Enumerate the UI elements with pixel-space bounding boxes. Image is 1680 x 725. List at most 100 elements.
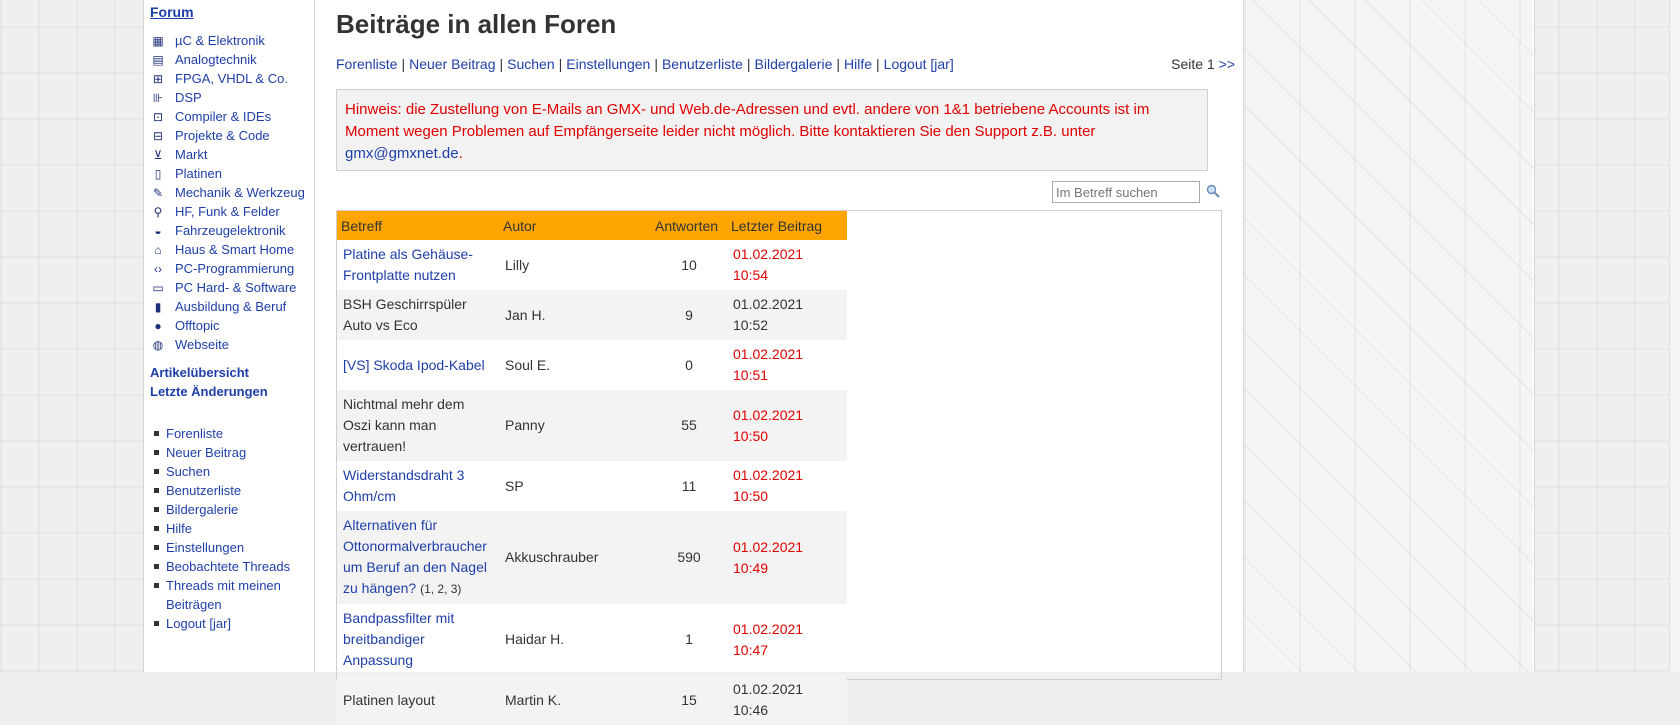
- table-row: Platinen layout Martin K. 15 01.02.2021 …: [337, 675, 847, 725]
- book-icon: ▮: [154, 299, 162, 314]
- thread-replies: 1: [685, 631, 693, 647]
- subject-search-input[interactable]: [1052, 181, 1200, 203]
- thread-last-post[interactable]: 01.02.2021 10:47: [727, 604, 847, 675]
- sidebar-nav-new-post[interactable]: Neuer Beitrag: [154, 443, 290, 462]
- column-header-replies[interactable]: Antworten: [651, 211, 727, 240]
- table-row: BSH Geschirrspüler Auto vs Eco Jan H. 9 …: [337, 290, 847, 340]
- thread-last-post[interactable]: 01.02.2021 10:46: [727, 675, 847, 725]
- main-content: Beiträge in allen Foren Forenliste | Neuer…: [315, 0, 1244, 725]
- sidebar-item-boards[interactable]: ▯ Platinen: [150, 164, 305, 183]
- sidebar-item-analog[interactable]: ▤ Analogtechnik: [150, 50, 305, 69]
- thread-subject-link[interactable]: Bandpassfilter mit breitbandiger Anpassu…: [337, 604, 499, 675]
- sidebar-nav-settings[interactable]: Einstellungen: [154, 538, 290, 557]
- sidebar-nav-watched[interactable]: Beobachtete Threads: [154, 557, 290, 576]
- thread-replies: 590: [651, 511, 727, 604]
- bullet-icon: [154, 564, 159, 569]
- sidebar-item-rf[interactable]: ⚲ HF, Funk & Felder: [150, 202, 305, 221]
- table-row: [VS] Skoda Ipod-Kabel Soul E. 0 01.02.20…: [337, 340, 847, 390]
- sidebar-nav-forenliste[interactable]: Forenliste: [154, 424, 290, 443]
- notice-box: Hinweis: die Zustellung von E-Mails an G…: [336, 89, 1208, 171]
- pagination: Seite 1 >>: [1171, 56, 1235, 72]
- sidebar-nav-help[interactable]: Hilfe: [154, 519, 290, 538]
- project-icon: ⊟: [152, 128, 164, 143]
- sidebar-nav-my-threads[interactable]: Threads mit meinen Beiträgen: [154, 576, 290, 614]
- house-icon: ⌂: [154, 242, 162, 257]
- sidebar-item-mechanics[interactable]: ✎ Mechanik & Werkzeug: [150, 183, 305, 202]
- nav-settings[interactable]: Einstellungen: [566, 56, 650, 72]
- nav-help[interactable]: Hilfe: [844, 56, 872, 72]
- search-icon[interactable]: [1206, 184, 1220, 198]
- thread-last-post[interactable]: 01.02.2021 10:50: [727, 461, 847, 511]
- analog-icon: ▤: [152, 52, 164, 67]
- bullet-icon: [154, 488, 159, 493]
- sidebar-item-pc-hardware[interactable]: ▭ PC Hard- & Software: [150, 278, 305, 297]
- page-container: Forum ▦ µC & Elektronik ▤ Analogtechnik ⊞ F…: [143, 0, 1535, 725]
- thread-author: Akkuschrauber: [499, 511, 651, 604]
- table-header-row: Betreff Autor Antworten Letzter Beitrag: [337, 211, 847, 240]
- sidebar-item-education[interactable]: ▮ Ausbildung & Beruf: [150, 297, 305, 316]
- sidebar-item-home[interactable]: ⌂ Haus & Smart Home: [150, 240, 305, 259]
- thread-last-post[interactable]: 01.02.2021 10:52: [727, 290, 847, 340]
- thread-subject-link[interactable]: BSH Geschirrspüler Auto vs Eco: [337, 290, 499, 340]
- table-row: Platine als Gehäuse-Frontplatte nutzen L…: [337, 240, 847, 290]
- cart-icon: ⊻: [153, 147, 163, 162]
- sidebar-item-uc[interactable]: ▦ µC & Elektronik: [150, 31, 305, 50]
- bullet-icon: [154, 469, 159, 474]
- nav-new-post[interactable]: Neuer Beitrag: [409, 56, 495, 72]
- column-header-author[interactable]: Autor: [499, 211, 651, 240]
- thread-author: Jan H.: [499, 290, 651, 340]
- sidebar-item-projects[interactable]: ⊟ Projekte & Code: [150, 126, 305, 145]
- window-edge: [1669, 0, 1680, 672]
- thread-author: Soul E.: [505, 356, 551, 373]
- separator: |: [876, 56, 880, 72]
- thread-last-post[interactable]: 01.02.2021 10:50: [727, 390, 847, 461]
- sidebar-item-automotive[interactable]: ◒ Fahrzeugelektronik: [150, 221, 305, 240]
- sidebar-nav-logout[interactable]: Logout [jar]: [154, 614, 290, 633]
- sidebar-item-website[interactable]: ◍ Webseite: [150, 335, 305, 354]
- nav-logout[interactable]: Logout [jar]: [884, 56, 954, 72]
- compiler-icon: ⊡: [152, 109, 164, 124]
- thread-last-post[interactable]: 01.02.2021 10:51: [727, 340, 847, 390]
- sidebar-nav-gallery[interactable]: Bildergalerie: [154, 500, 290, 519]
- separator: |: [558, 56, 563, 72]
- fpga-icon: ⊞: [152, 71, 164, 86]
- thread-subject-link[interactable]: Platine als Gehäuse-Frontplatte nutzen: [337, 240, 499, 290]
- decorative-background-pattern: [1244, 0, 1533, 672]
- thread-last-post[interactable]: 01.02.2021 10:54: [727, 240, 847, 290]
- recent-changes-link[interactable]: Letzte Änderungen: [150, 384, 268, 399]
- thread-subject-link[interactable]: Alternativen für Ottonormalverbraucher u…: [343, 517, 487, 596]
- nav-forenliste[interactable]: Forenliste: [336, 56, 397, 72]
- forum-heading[interactable]: Forum: [150, 4, 194, 20]
- article-overview-link[interactable]: Artikelübersicht: [150, 365, 249, 380]
- thread-page-links[interactable]: (1, 2, 3): [420, 582, 461, 596]
- sidebar-nav-search[interactable]: Suchen: [154, 462, 290, 481]
- nav-gallery[interactable]: Bildergalerie: [755, 56, 833, 72]
- thread-subject-link[interactable]: Widerstandsdraht 3 Ohm/cm: [337, 461, 499, 511]
- sidebar-nav-userlist[interactable]: Benutzerliste: [154, 481, 290, 500]
- sidebar-item-fpga[interactable]: ⊞ FPGA, VHDL & Co.: [150, 69, 305, 88]
- column-header-subject[interactable]: Betreff: [337, 211, 499, 240]
- column-header-last-post[interactable]: Letzter Beitrag: [727, 211, 847, 240]
- sidebar-item-compiler[interactable]: ⊡ Compiler & IDEs: [150, 107, 305, 126]
- chat-icon: ●: [154, 318, 162, 333]
- support-email-link[interactable]: gmx@gmxnet.de: [345, 145, 459, 162]
- sidebar-item-offtopic[interactable]: ● Offtopic: [150, 316, 305, 335]
- nav-userlist[interactable]: Benutzerliste: [662, 56, 743, 72]
- sidebar-item-dsp[interactable]: ⊪ DSP: [150, 88, 305, 107]
- nav-search[interactable]: Suchen: [507, 56, 554, 72]
- laptop-icon: ▭: [152, 280, 164, 295]
- sidebar-item-market[interactable]: ⊻ Markt: [150, 145, 305, 164]
- thread-subject-link[interactable]: Nichtmal mehr dem Oszi kann man vertraue…: [337, 390, 499, 461]
- thread-subject-link[interactable]: Platinen layout: [337, 675, 499, 725]
- thread-last-post[interactable]: 01.02.2021 10:49: [727, 511, 847, 604]
- thread-subject-link[interactable]: [VS] Skoda Ipod-Kabel: [337, 340, 499, 390]
- board-icon: ▯: [154, 166, 162, 181]
- next-page-link[interactable]: >>: [1219, 56, 1235, 72]
- thread-replies: 11: [681, 477, 697, 494]
- page-title: Beiträge in allen Foren: [336, 9, 617, 39]
- thread-replies: 55: [651, 390, 727, 461]
- sidebar-item-pc-programming[interactable]: ‹› PC-Programmierung: [150, 259, 305, 278]
- sidebar-nav: Forenliste Neuer Beitrag Suchen Benutzer…: [154, 424, 290, 633]
- separator: |: [654, 56, 658, 72]
- thread-author: Haidar H.: [505, 631, 565, 647]
